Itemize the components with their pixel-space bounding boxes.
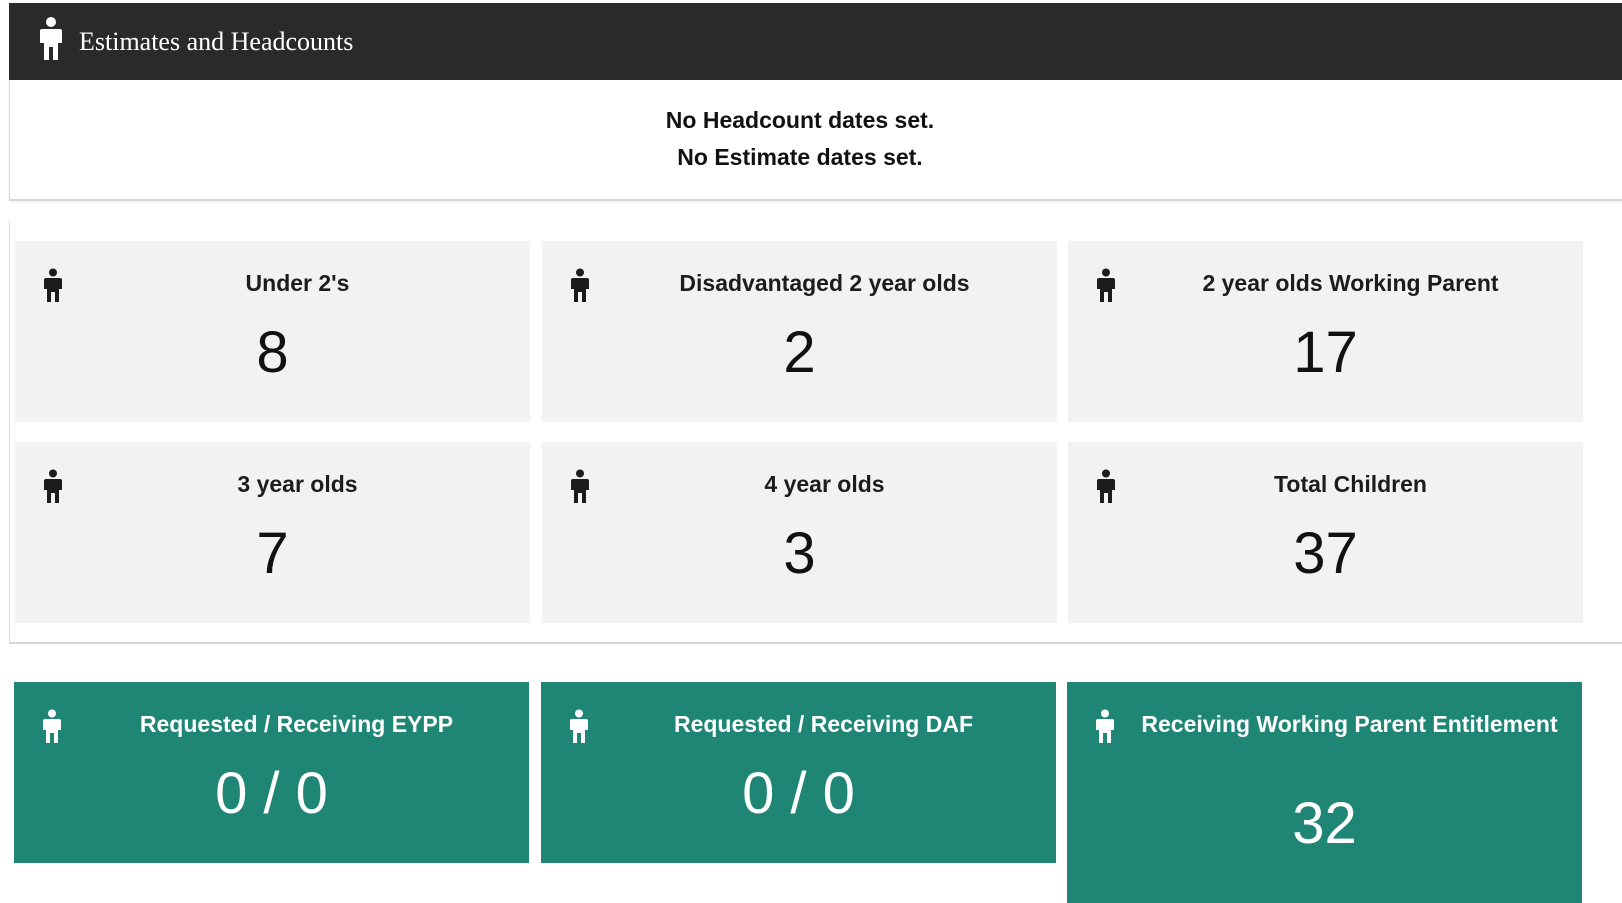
person-icon [1097, 469, 1115, 503]
person-icon [571, 268, 589, 302]
funding-value: 0 / 0 [742, 761, 855, 826]
funding-card-eypp: Requested / Receiving EYPP 0 / 0 [14, 682, 529, 863]
stat-value: 8 [256, 320, 289, 385]
stat-card-disadvantaged-2s: Disadvantaged 2 year olds 2 [542, 241, 1057, 422]
funding-label: Requested / Receiving EYPP [139, 711, 454, 737]
funding-value: 32 [1292, 791, 1357, 856]
stat-value: 2 [783, 320, 816, 385]
person-icon [571, 469, 589, 503]
stat-value: 37 [1293, 521, 1358, 586]
stat-label: 4 year olds [764, 471, 885, 497]
person-icon [43, 709, 61, 743]
person-icon [1097, 268, 1115, 302]
stat-card-4-year-olds: 4 year olds 3 [542, 442, 1057, 623]
panel-title: Estimates and Headcounts [79, 27, 354, 56]
stat-label: 3 year olds [237, 471, 358, 497]
stat-card-under-2s: Under 2's 8 [15, 241, 530, 422]
stat-label: Total Children [1274, 471, 1427, 497]
funding-label: Requested / Receiving DAF [673, 711, 974, 737]
headcount-notice: No Headcount dates set. [665, 107, 935, 133]
estimate-notice: No Estimate dates set. [677, 144, 923, 170]
person-icon [1096, 709, 1114, 743]
person-icon [44, 268, 62, 302]
stat-value: 7 [256, 521, 289, 586]
funding-card-working-parent: Receiving Working Parent Entitlement 32 [1067, 682, 1582, 903]
stat-label: Under 2's [245, 270, 350, 296]
stat-label: 2 year olds Working Parent [1202, 270, 1499, 296]
panel-header: Estimates and Headcounts [9, 3, 1622, 80]
stat-card-total-children: Total Children 37 [1068, 442, 1583, 623]
funding-value: 0 / 0 [215, 761, 328, 826]
stat-value: 17 [1293, 320, 1358, 385]
person-icon [40, 17, 62, 60]
stat-value: 3 [783, 521, 816, 586]
funding-card-daf: Requested / Receiving DAF 0 / 0 [541, 682, 1056, 863]
person-icon [44, 469, 62, 503]
person-icon [570, 709, 588, 743]
stat-label: Disadvantaged 2 year olds [679, 270, 970, 296]
funding-label: Receiving Working Parent Entitlement [1141, 711, 1558, 737]
stat-card-2s-working-parent: 2 year olds Working Parent 17 [1068, 241, 1583, 422]
stats-section: Under 2's 8 Disadvantaged 2 year olds 2 … [9, 221, 1622, 644]
stat-card-3-year-olds: 3 year olds 7 [15, 442, 530, 623]
estimates-panel: Estimates and Headcounts No Headcount da… [9, 3, 1622, 903]
dates-notice: No Headcount dates set. No Estimate date… [9, 80, 1622, 201]
